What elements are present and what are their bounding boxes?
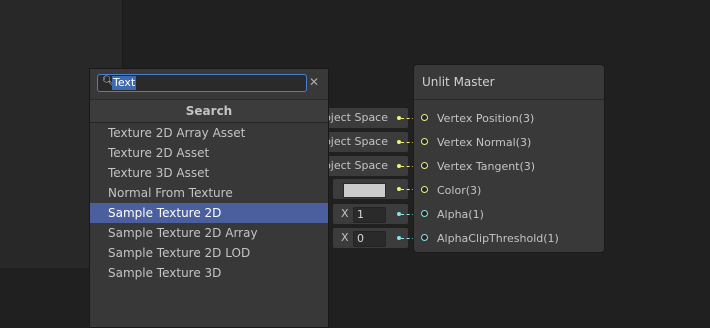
search-bar: 🔍︎ Text ✕ — [97, 74, 323, 92]
close-icon[interactable]: ✕ — [309, 74, 319, 90]
node-title[interactable]: Unlit Master — [414, 65, 604, 100]
port-label: Vertex Position(3) — [437, 112, 535, 125]
list-item[interactable]: Texture 3D Asset — [90, 163, 328, 183]
port-label: Vertex Normal(3) — [437, 136, 532, 149]
alpha-value-field[interactable]: 1 — [353, 207, 386, 223]
search-header: Search — [90, 99, 328, 123]
list-item[interactable]: Sample Texture 2D Array — [90, 223, 328, 243]
node-port[interactable]: Alpha(1) — [414, 205, 604, 225]
port-label: Vertex Tangent(3) — [437, 160, 536, 173]
list-item[interactable]: Sample Texture 3D — [90, 263, 328, 283]
port-label: Color(3) — [437, 184, 482, 197]
port-connector-icon[interactable] — [421, 210, 428, 217]
list-item[interactable]: Sample Texture 2D LOD — [90, 243, 328, 263]
alpha-clip-value-field[interactable]: 0 — [353, 231, 386, 247]
list-item[interactable]: Texture 2D Array Asset — [90, 123, 328, 143]
port-connector-icon[interactable] — [421, 138, 428, 145]
node-port[interactable]: Vertex Position(3) — [414, 109, 604, 129]
axis-label: X — [341, 231, 349, 244]
unlit-master-node[interactable]: Unlit Master Vertex Position(3) Vertex N… — [413, 64, 605, 253]
node-port[interactable]: Vertex Tangent(3) — [414, 157, 604, 177]
port-connector-icon[interactable] — [421, 114, 428, 121]
alpha-clip-input[interactable]: X 0 — [333, 228, 408, 248]
port-label: Alpha(1) — [437, 208, 484, 221]
node-port[interactable]: AlphaClipThreshold(1) — [414, 229, 604, 249]
color-input[interactable] — [333, 179, 408, 199]
port-connector-icon[interactable] — [421, 186, 428, 193]
node-search-popup[interactable]: 🔍︎ Text ✕ Search Texture 2D Array Asset … — [89, 68, 329, 328]
node-port[interactable]: Vertex Normal(3) — [414, 133, 604, 153]
port-connector-icon[interactable] — [421, 234, 428, 241]
list-item-selected[interactable]: Sample Texture 2D — [90, 203, 328, 223]
port-connector-icon[interactable] — [421, 162, 428, 169]
search-result-list: Texture 2D Array Asset Texture 2D Asset … — [90, 123, 328, 283]
list-item[interactable]: Texture 2D Asset — [90, 143, 328, 163]
search-query-text[interactable]: Text — [112, 76, 137, 90]
search-input[interactable]: 🔍︎ Text — [97, 74, 307, 92]
port-label: AlphaClipThreshold(1) — [437, 232, 559, 245]
axis-label: X — [341, 207, 349, 220]
list-item[interactable]: Normal From Texture — [90, 183, 328, 203]
alpha-input[interactable]: X 1 — [333, 204, 408, 224]
node-port[interactable]: Color(3) — [414, 181, 604, 201]
color-swatch[interactable] — [343, 183, 386, 198]
